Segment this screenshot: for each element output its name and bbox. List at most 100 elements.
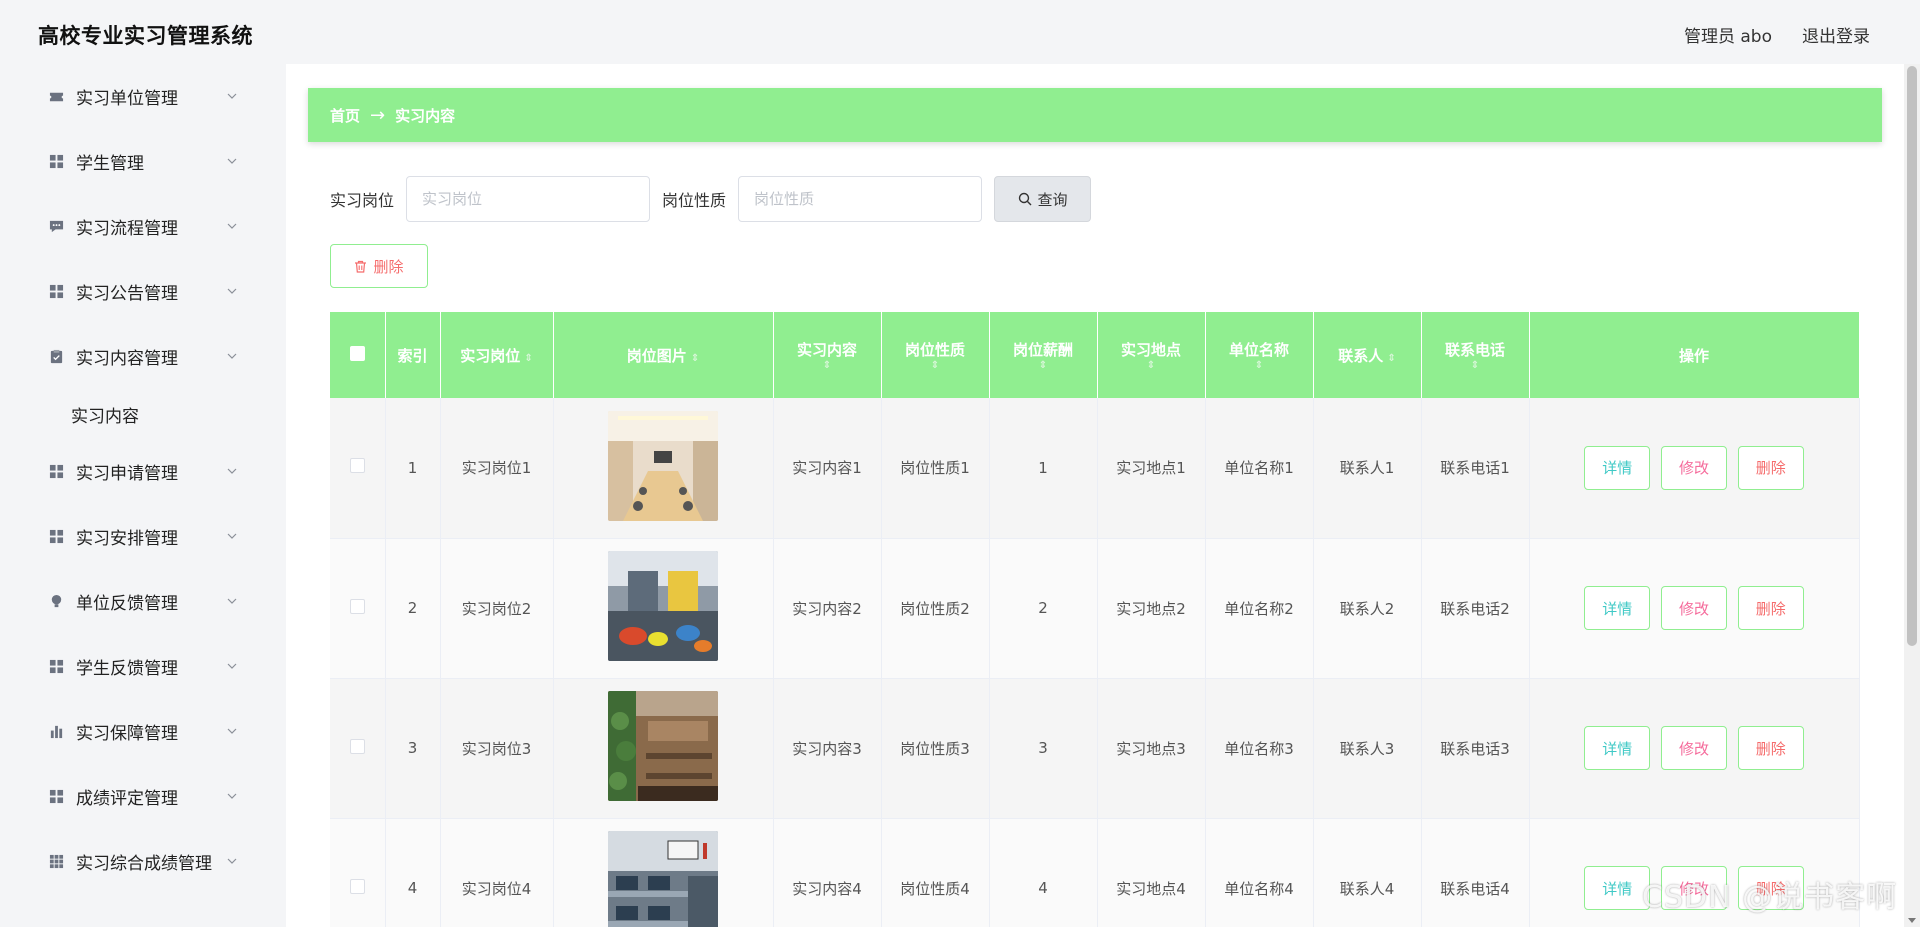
sidebar-item-applications[interactable]: 实习申请管理 [0,439,286,504]
sidebar-item-students[interactable]: 学生管理 [0,129,286,194]
header-location[interactable]: 实习地点 ⇕ [1097,312,1206,398]
cell-post: 实习岗位1 [440,398,554,539]
bar-chart-icon [48,724,64,740]
header-nature[interactable]: 岗位性质 ⇕ [881,312,990,398]
row-select[interactable] [330,818,386,927]
sidebar-item-label: 实习综合成绩管理 [76,854,212,874]
sort-icon[interactable]: ⇕ [524,353,532,364]
sidebar-item-process[interactable]: 实习流程管理 [0,194,286,259]
header-label: 岗位薪酬 [1012,340,1073,359]
cell-index: 3 [385,678,441,819]
header-label: 实习内容 [796,340,857,359]
edit-button[interactable]: 修改 [1661,726,1727,770]
breadcrumb-home[interactable]: 首页 [330,105,360,126]
meeting-room-photo[interactable] [608,410,718,521]
sidebar-subitem-content[interactable]: 实习内容 [0,389,286,439]
lounge-photo[interactable] [608,551,718,661]
edit-button[interactable]: 修改 [1661,586,1727,630]
header-label: 岗位性质 [904,340,965,359]
cell-unit: 单位名称4 [1205,818,1314,927]
row-checkbox[interactable] [349,878,365,894]
chevron-down-icon [227,728,237,734]
logout-link[interactable]: 退出登录 [1802,22,1870,47]
cell-salary: 1 [989,398,1098,539]
batch-delete-label: 删除 [373,257,404,276]
cell-image [553,678,774,819]
chevron-down-icon [227,663,237,669]
sort-icon[interactable]: ⇕ [1387,353,1395,364]
sidebar-item-student-feedback[interactable]: 学生反馈管理 [0,634,286,699]
sort-icon[interactable]: ⇕ [691,353,699,364]
sidebar-item-arrangements[interactable]: 实习安排管理 [0,504,286,569]
row-checkbox[interactable] [349,458,365,474]
sidebar-item-label: 学生管理 [76,154,144,174]
sort-icon[interactable]: ⇕ [1210,360,1309,372]
scroll-down-arrow-icon[interactable] [1908,918,1916,923]
detail-button[interactable]: 详情 [1584,445,1651,490]
open-office-photo[interactable] [608,831,718,927]
sort-icon[interactable]: ⇕ [886,360,985,372]
header-image[interactable]: 岗位图片 ⇕ [553,312,774,398]
row-checkbox[interactable] [349,598,365,614]
sidebar-item-grading[interactable]: 成绩评定管理 [0,764,286,829]
grid-9-icon [48,854,64,870]
sidebar-item-unit-feedback[interactable]: 单位反馈管理 [0,569,286,634]
header-select-all[interactable] [330,312,386,398]
header-phone[interactable]: 联系电话 ⇕ [1421,312,1530,398]
post-search-input[interactable] [406,176,651,222]
detail-button[interactable]: 详情 [1584,586,1651,630]
header-content[interactable]: 实习内容 ⇕ [773,312,882,398]
sort-icon[interactable]: ⇕ [1102,360,1201,372]
chevron-down-icon [227,353,237,359]
header-label: 索引 [397,346,428,365]
grid-icon [48,659,64,675]
delete-button[interactable]: 删除 [1737,445,1804,490]
sort-icon[interactable]: ⇕ [778,360,877,372]
header-label: 联系人 [1338,346,1384,365]
sidebar-item-content[interactable]: 实习内容管理 [0,324,286,389]
sidebar-item-label: 实习内容管理 [76,349,178,369]
delete-button[interactable]: 删除 [1737,586,1804,630]
row-select[interactable] [330,538,386,679]
sidebar-item-support[interactable]: 实习保障管理 [0,699,286,764]
row-select[interactable] [330,398,386,539]
page-scrollbar[interactable] [1904,64,1920,927]
post-search-label: 实习岗位 [330,191,395,210]
cafe-office-photo[interactable] [608,691,718,801]
sort-icon[interactable]: ⇕ [1426,360,1525,372]
cell-phone: 联系电话3 [1421,678,1530,819]
table-header-row: 索引 实习岗位 ⇕ 岗位图片 ⇕ 实习内容 ⇕ 岗位性质 ⇕ 岗位薪酬 ⇕ 实习地点 ⇕ 单… [330,312,1860,398]
sidebar-item-notices[interactable]: 实习公告管理 [0,259,286,324]
cell-image [553,818,774,927]
sidebar-item-overall-grades[interactable]: 实习综合成绩管理 [0,829,286,894]
breadcrumb-separator: → [370,104,386,126]
detail-button[interactable]: 详情 [1584,866,1651,910]
grid-icon [48,529,64,545]
trash-icon [355,260,367,273]
chevron-down-icon [227,858,237,864]
header-unit[interactable]: 单位名称 ⇕ [1205,312,1314,398]
row-checkbox[interactable] [349,738,365,754]
header-contact[interactable]: 联系人 ⇕ [1313,312,1422,398]
query-button[interactable]: 查询 [994,176,1092,222]
header-post[interactable]: 实习岗位 ⇕ [440,312,554,398]
delete-button[interactable]: 删除 [1737,726,1804,770]
select-all-checkbox[interactable] [349,345,365,361]
scrollbar-thumb[interactable] [1907,66,1917,646]
cell-actions: 详情 修改 删除 [1529,538,1860,679]
cell-post: 实习岗位4 [440,818,554,927]
cell-phone: 联系电话4 [1421,818,1530,927]
cell-salary: 2 [989,538,1098,679]
batch-delete-button[interactable]: 删除 [330,244,428,288]
sidebar-item-units[interactable]: 实习单位管理 [0,64,286,129]
cell-unit: 单位名称2 [1205,538,1314,679]
nature-search-input[interactable] [738,176,983,222]
header-salary[interactable]: 岗位薪酬 ⇕ [989,312,1098,398]
sort-icon[interactable]: ⇕ [994,360,1093,372]
row-select[interactable] [330,678,386,819]
edit-button[interactable]: 修改 [1661,445,1727,490]
cell-location: 实习地点2 [1097,538,1206,679]
detail-button[interactable]: 详情 [1584,726,1651,770]
search-icon [1018,192,1032,206]
cell-image [553,398,774,539]
